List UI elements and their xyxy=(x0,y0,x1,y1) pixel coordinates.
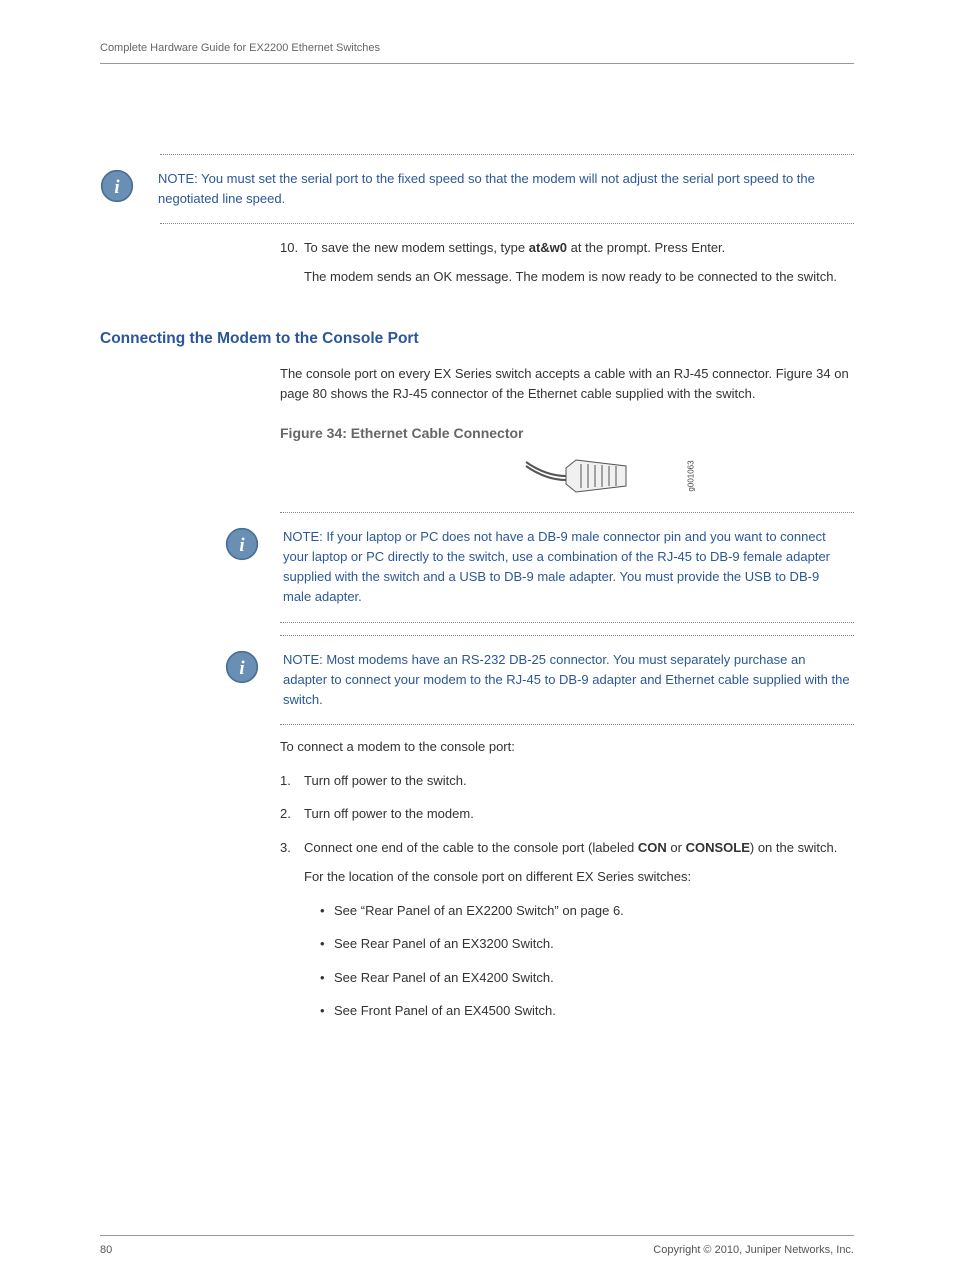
info-icon: i xyxy=(100,169,134,203)
bullet-item: •See Rear Panel of an EX3200 Switch. xyxy=(320,934,854,954)
header-divider xyxy=(100,63,854,64)
figure-caption: Figure 34: Ethernet Cable Connector xyxy=(280,423,854,444)
svg-text:i: i xyxy=(114,176,120,197)
dotted-divider xyxy=(160,154,854,155)
step-10: 10. To save the new modem settings, type… xyxy=(280,238,854,297)
ethernet-connector-icon xyxy=(516,452,646,500)
label-con: CON xyxy=(638,840,667,855)
dotted-divider xyxy=(280,512,854,513)
step-text: Connect one end of the cable to the cons… xyxy=(304,840,638,855)
note-body-text: Most modems have an RS-232 DB-25 connect… xyxy=(283,652,850,707)
ol-body: Connect one end of the cable to the cons… xyxy=(304,838,854,1035)
step-text: or xyxy=(667,840,686,855)
note-text: NOTE: You must set the serial port to th… xyxy=(158,169,854,209)
step-text: To save the new modem settings, type xyxy=(304,240,529,255)
note-label: NOTE: xyxy=(158,171,198,186)
bullet-dot-icon: • xyxy=(320,934,334,954)
note-body-text: You must set the serial port to the fixe… xyxy=(158,171,815,206)
ol-body: Turn off power to the modem. xyxy=(304,804,854,824)
figure-image: g001063 xyxy=(370,452,854,500)
bullet-item: •See “Rear Panel of an EX2200 Switch” on… xyxy=(320,901,854,921)
ol-body: Turn off power to the switch. xyxy=(304,771,854,791)
lead-in: To connect a modem to the console port: xyxy=(280,737,854,757)
note-block-3: i NOTE: Most modems have an RS-232 DB-25… xyxy=(280,635,854,725)
note-label: NOTE: xyxy=(283,529,323,544)
info-icon: i xyxy=(225,527,259,561)
bullet-text: See Rear Panel of an EX3200 Switch. xyxy=(334,934,554,954)
note-body-text: If your laptop or PC does not have a DB-… xyxy=(283,529,830,604)
dotted-divider xyxy=(280,724,854,725)
step-text: ) on the switch. xyxy=(750,840,837,855)
result-text: The modem sends an OK message. The modem… xyxy=(304,267,854,287)
list-item: 1. Turn off power to the switch. xyxy=(280,771,854,791)
bullet-text: See Rear Panel of an EX4200 Switch. xyxy=(334,968,554,988)
ol-number: 2. xyxy=(280,804,304,824)
step-text: at the prompt. Press Enter. xyxy=(567,240,725,255)
info-icon: i xyxy=(225,650,259,684)
note-text: NOTE: Most modems have an RS-232 DB-25 c… xyxy=(283,650,854,710)
bullet-text: See Front Panel of an EX4500 Switch. xyxy=(334,1001,556,1021)
figure-code: g001063 xyxy=(686,460,698,491)
note-text: NOTE: If your laptop or PC does not have… xyxy=(283,527,854,608)
section-body: The console port on every EX Series swit… xyxy=(280,364,854,1034)
dotted-divider xyxy=(160,223,854,224)
bullet-item: •See Front Panel of an EX4500 Switch. xyxy=(320,1001,854,1021)
copyright-text: Copyright © 2010, Juniper Networks, Inc. xyxy=(653,1242,854,1259)
ol-number: 10. xyxy=(280,238,304,297)
bullet-item: •See Rear Panel of an EX4200 Switch. xyxy=(320,968,854,988)
running-header: Complete Hardware Guide for EX2200 Ether… xyxy=(100,40,854,63)
svg-text:i: i xyxy=(239,535,245,556)
label-console: CONSOLE xyxy=(686,840,750,855)
dotted-divider xyxy=(280,622,854,623)
note-block-2: i NOTE: If your laptop or PC does not ha… xyxy=(280,512,854,623)
ol-body: To save the new modem settings, type at&… xyxy=(304,238,854,297)
page-container: Complete Hardware Guide for EX2200 Ether… xyxy=(0,0,954,1288)
page-footer: 80 Copyright © 2010, Juniper Networks, I… xyxy=(100,1236,854,1259)
page-number: 80 xyxy=(100,1242,112,1259)
intro-paragraph: The console port on every EX Series swit… xyxy=(280,364,854,403)
ol-number: 1. xyxy=(280,771,304,791)
bullet-dot-icon: • xyxy=(320,968,334,988)
note-block-1: i NOTE: You must set the serial port to … xyxy=(100,154,854,224)
svg-text:i: i xyxy=(239,657,245,678)
bullet-dot-icon: • xyxy=(320,901,334,921)
bullet-dot-icon: • xyxy=(320,1001,334,1021)
list-item: 2. Turn off power to the modem. xyxy=(280,804,854,824)
ol-number: 3. xyxy=(280,838,304,1035)
command-text: at&w0 xyxy=(529,240,567,255)
sub-text: For the location of the console port on … xyxy=(304,867,854,887)
bullet-list: •See “Rear Panel of an EX2200 Switch” on… xyxy=(320,901,854,1021)
bullet-text: See “Rear Panel of an EX2200 Switch” on … xyxy=(334,901,624,921)
section-heading: Connecting the Modem to the Console Port xyxy=(100,327,854,350)
dotted-divider xyxy=(280,635,854,636)
note-label: NOTE: xyxy=(283,652,323,667)
list-item: 3. Connect one end of the cable to the c… xyxy=(280,838,854,1035)
